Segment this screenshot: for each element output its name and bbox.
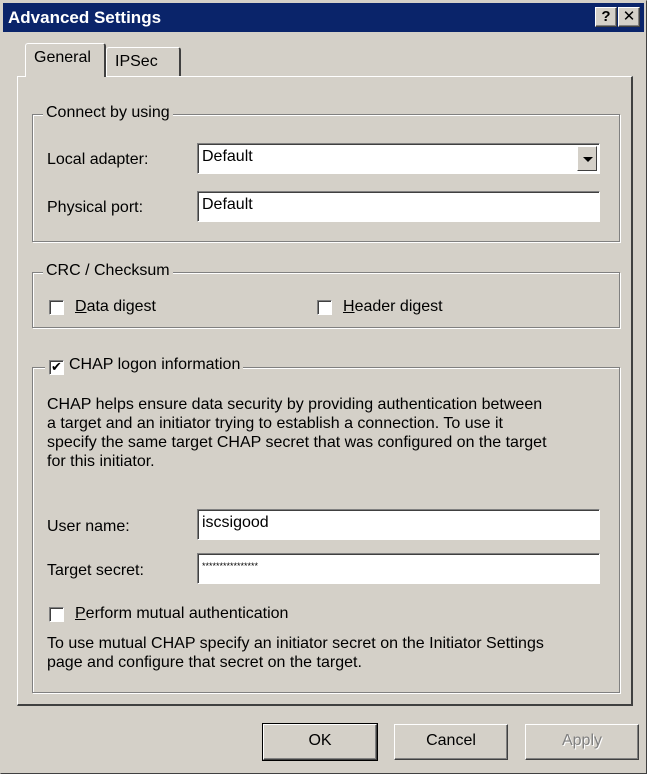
- data-digest-label[interactable]: Data digest: [75, 298, 156, 316]
- chap-group-legend: CHAP logon information: [45, 356, 244, 374]
- user-name-label: User name:: [47, 518, 130, 535]
- mutual-description-line: To use mutual CHAP specify an initiator …: [47, 635, 544, 652]
- tab-general[interactable]: General: [25, 43, 106, 77]
- chap-description-line: a target and an initiator trying to esta…: [47, 415, 503, 432]
- mutual-auth-label[interactable]: Perform mutual authentication: [75, 605, 288, 623]
- target-secret-value: ****************: [202, 561, 259, 571]
- connect-group-legend: Connect by using: [43, 104, 173, 122]
- close-button[interactable]: ✕: [618, 7, 640, 27]
- mutual-auth-checkbox[interactable]: [49, 607, 64, 622]
- connect-group: Connect by using Local adapter: Default …: [32, 104, 620, 242]
- chap-legend-text[interactable]: CHAP logon information: [69, 356, 240, 373]
- ok-button[interactable]: OK: [262, 723, 378, 761]
- chevron-down-icon[interactable]: [577, 146, 597, 171]
- data-digest-checkbox[interactable]: [49, 300, 64, 315]
- crc-group-legend: CRC / Checksum: [43, 262, 173, 280]
- physical-port-value: Default: [202, 196, 253, 213]
- chap-description: CHAP helps ensure data security by provi…: [47, 395, 547, 471]
- tab-general-label: General: [34, 49, 91, 66]
- checkmark-icon: ✔: [51, 359, 62, 374]
- title-bar[interactable]: Advanced Settings ? ✕: [3, 3, 644, 32]
- target-secret-field[interactable]: ****************: [197, 553, 600, 584]
- help-button[interactable]: ?: [595, 7, 617, 27]
- header-digest-label[interactable]: Header digest: [343, 298, 443, 316]
- chap-description-line: for this initiator.: [47, 453, 155, 470]
- cancel-button[interactable]: Cancel: [394, 724, 508, 760]
- tab-ipsec[interactable]: IPSec: [106, 47, 181, 77]
- window-title: Advanced Settings: [8, 8, 162, 27]
- mutual-description-line: page and configure that secret on the ta…: [47, 654, 362, 671]
- mutual-auth-description: To use mutual CHAP specify an initiator …: [47, 634, 544, 672]
- physical-port-field[interactable]: Default: [197, 191, 600, 222]
- local-adapter-value: Default: [202, 148, 253, 165]
- chap-group: CHAP logon information ✔ CHAP helps ensu…: [32, 356, 620, 693]
- tab-ipsec-label: IPSec: [115, 53, 158, 70]
- user-name-value: iscsigood: [202, 514, 269, 531]
- general-tab-panel: Connect by using Local adapter: Default …: [17, 76, 633, 706]
- physical-port-label: Physical port:: [47, 199, 144, 216]
- chap-checkbox[interactable]: ✔: [49, 360, 64, 375]
- target-secret-label: Target secret:: [47, 562, 144, 579]
- chap-description-line: specify the same target CHAP secret that…: [47, 434, 547, 451]
- close-icon: ✕: [622, 8, 636, 25]
- crc-group: CRC / Checksum Data digest Header digest: [32, 262, 620, 328]
- header-digest-checkbox[interactable]: [317, 300, 332, 315]
- user-name-field[interactable]: iscsigood: [197, 509, 600, 540]
- chap-description-line: CHAP helps ensure data security by provi…: [47, 396, 543, 413]
- apply-button[interactable]: Apply: [525, 724, 639, 760]
- advanced-settings-dialog: Advanced Settings ? ✕ General IPSec Conn…: [0, 0, 647, 774]
- local-adapter-label: Local adapter:: [47, 151, 149, 168]
- local-adapter-dropdown[interactable]: Default: [197, 143, 600, 174]
